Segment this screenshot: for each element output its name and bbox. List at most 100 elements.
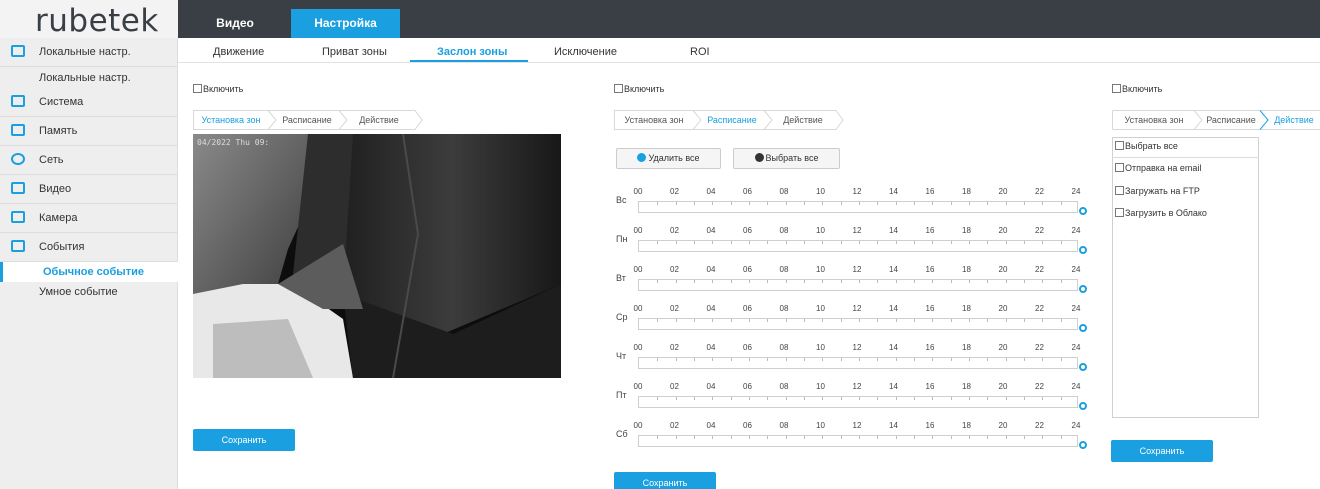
sidebar-item-system[interactable]: Система [0, 88, 178, 117]
hour-label: 16 [925, 343, 935, 352]
sidebar-sub-label: Умное событие [39, 286, 118, 298]
enable-checkbox[interactable]: Включить [193, 84, 243, 94]
timeline-tick [657, 436, 659, 439]
timeline-tick [730, 241, 732, 244]
hour-label: 24 [1071, 343, 1081, 352]
action-select-all-checkbox[interactable]: Выбрать все [1115, 141, 1178, 151]
timeline-tick [804, 397, 805, 400]
tab-tamper-zones[interactable]: Заслон зоны [437, 46, 507, 58]
step-action[interactable]: Действие [343, 110, 415, 130]
day-label: Вс [616, 195, 627, 205]
step-schedule[interactable]: Расписание [698, 110, 766, 130]
save-button-schedule[interactable]: Сохранить [614, 472, 716, 489]
tab-privacy-zones[interactable]: Приват зоны [322, 46, 387, 58]
sidebar-sub-smart-event[interactable]: Умное событие [0, 282, 178, 302]
sidebar-item-video[interactable]: Видео [0, 175, 178, 204]
schedule-timeline[interactable] [638, 357, 1078, 369]
step-schedule[interactable]: Расписание [1200, 110, 1262, 130]
tab-exception[interactable]: Исключение [554, 46, 617, 58]
schedule-timeline[interactable] [638, 435, 1078, 447]
timeline-tick [1042, 280, 1044, 283]
timeline-tick [914, 319, 915, 322]
timeline-tick [675, 358, 677, 361]
edit-schedule-icon[interactable] [1079, 363, 1087, 371]
top-tab-video[interactable]: Видео [180, 9, 290, 38]
timeline-tick [712, 280, 714, 283]
step-action[interactable]: Действие [768, 110, 838, 130]
day-label: Ср [616, 312, 628, 322]
schedule-timeline[interactable] [638, 279, 1078, 291]
edit-schedule-icon[interactable] [1079, 402, 1087, 410]
day-label: Пн [616, 234, 628, 244]
edit-schedule-icon[interactable] [1079, 246, 1087, 254]
save-button-zones[interactable]: Сохранить [193, 429, 295, 451]
timeline-tick [969, 358, 970, 361]
action-cloud-checkbox[interactable]: Загрузить в Облако [1115, 208, 1207, 218]
timeline-tick [822, 397, 824, 400]
step-schedule[interactable]: Расписание [273, 110, 341, 130]
top-tab-settings[interactable]: Настройка [291, 9, 400, 38]
edit-schedule-icon[interactable] [1079, 207, 1087, 215]
schedule-timeline[interactable] [638, 318, 1078, 330]
sidebar-sub-normal-event[interactable]: Обычное событие [0, 262, 178, 282]
sidebar-item-camera[interactable]: Камера [0, 204, 178, 233]
sidebar-item-events[interactable]: События [0, 233, 178, 262]
step-tabs: Установка зон Расписание Действие [193, 110, 423, 130]
hour-label: 18 [962, 343, 971, 352]
hour-label: 20 [998, 421, 1008, 430]
timeline-tick [1042, 319, 1044, 322]
schedule-timeline[interactable] [638, 240, 1078, 252]
action-ftp-checkbox[interactable]: Загружать на FTP [1115, 186, 1200, 196]
action-email-checkbox[interactable]: Отправка на email [1115, 163, 1201, 173]
edit-schedule-icon[interactable] [1079, 441, 1087, 449]
timeline-tick [840, 319, 842, 322]
enable-checkbox-actions[interactable]: Включить [1112, 84, 1162, 94]
timeline-tick [1024, 358, 1025, 361]
enable-checkbox-schedule[interactable]: Включить [614, 84, 664, 94]
timeline-tick [859, 280, 860, 283]
timeline-tick [969, 241, 970, 244]
action-list [1112, 137, 1259, 418]
tab-motion[interactable]: Движение [213, 46, 264, 58]
timeline-tick [694, 397, 695, 400]
step-zone-setup[interactable]: Установка зон [193, 110, 269, 130]
hour-label: 06 [743, 421, 752, 430]
edit-schedule-icon[interactable] [1079, 285, 1087, 293]
timeline-tick [694, 202, 695, 205]
timeline-tick [785, 358, 787, 361]
sidebar-sub-local-settings[interactable]: Локальные настр. [0, 68, 178, 88]
delete-all-button[interactable]: Удалить все [616, 148, 721, 169]
step-action[interactable]: Действие [1268, 110, 1320, 130]
step-zone-setup[interactable]: Установка зон [1112, 110, 1196, 130]
hour-label: 20 [998, 226, 1008, 235]
hour-label: 04 [706, 343, 716, 352]
camera-preview[interactable]: 04/2022 Thu 09: [193, 134, 561, 378]
schedule-timeline[interactable] [638, 396, 1078, 408]
hour-label: 02 [670, 421, 679, 430]
timeline-tick [1042, 202, 1044, 205]
edit-schedule-icon[interactable] [1079, 324, 1087, 332]
select-all-button[interactable]: Выбрать все [733, 148, 840, 169]
timeline-tick [694, 436, 695, 439]
hour-label: 14 [889, 421, 898, 430]
hour-label: 16 [925, 265, 935, 274]
hour-label: 04 [706, 187, 716, 196]
timeline-tick [840, 280, 842, 283]
save-button-actions[interactable]: Сохранить [1111, 440, 1213, 462]
timeline-tick [675, 397, 677, 400]
timeline-tick [914, 358, 915, 361]
hour-label: 14 [889, 226, 898, 235]
timeline-tick [694, 319, 695, 322]
schedule-timeline[interactable] [638, 201, 1078, 213]
tab-roi[interactable]: ROI [690, 46, 710, 58]
sidebar-item-local-settings[interactable]: Локальные настр. [0, 38, 178, 67]
step-zone-setup[interactable]: Установка зон [614, 110, 694, 130]
timeline-tick [730, 319, 732, 322]
timeline-tick [895, 436, 897, 439]
hour-label: 14 [889, 382, 898, 391]
sidebar-item-memory[interactable]: Память [0, 117, 178, 146]
timeline-tick [694, 280, 695, 283]
sidebar-item-network[interactable]: Сеть [0, 146, 178, 175]
timeline-tick [840, 241, 842, 244]
timeline-tick [730, 397, 732, 400]
